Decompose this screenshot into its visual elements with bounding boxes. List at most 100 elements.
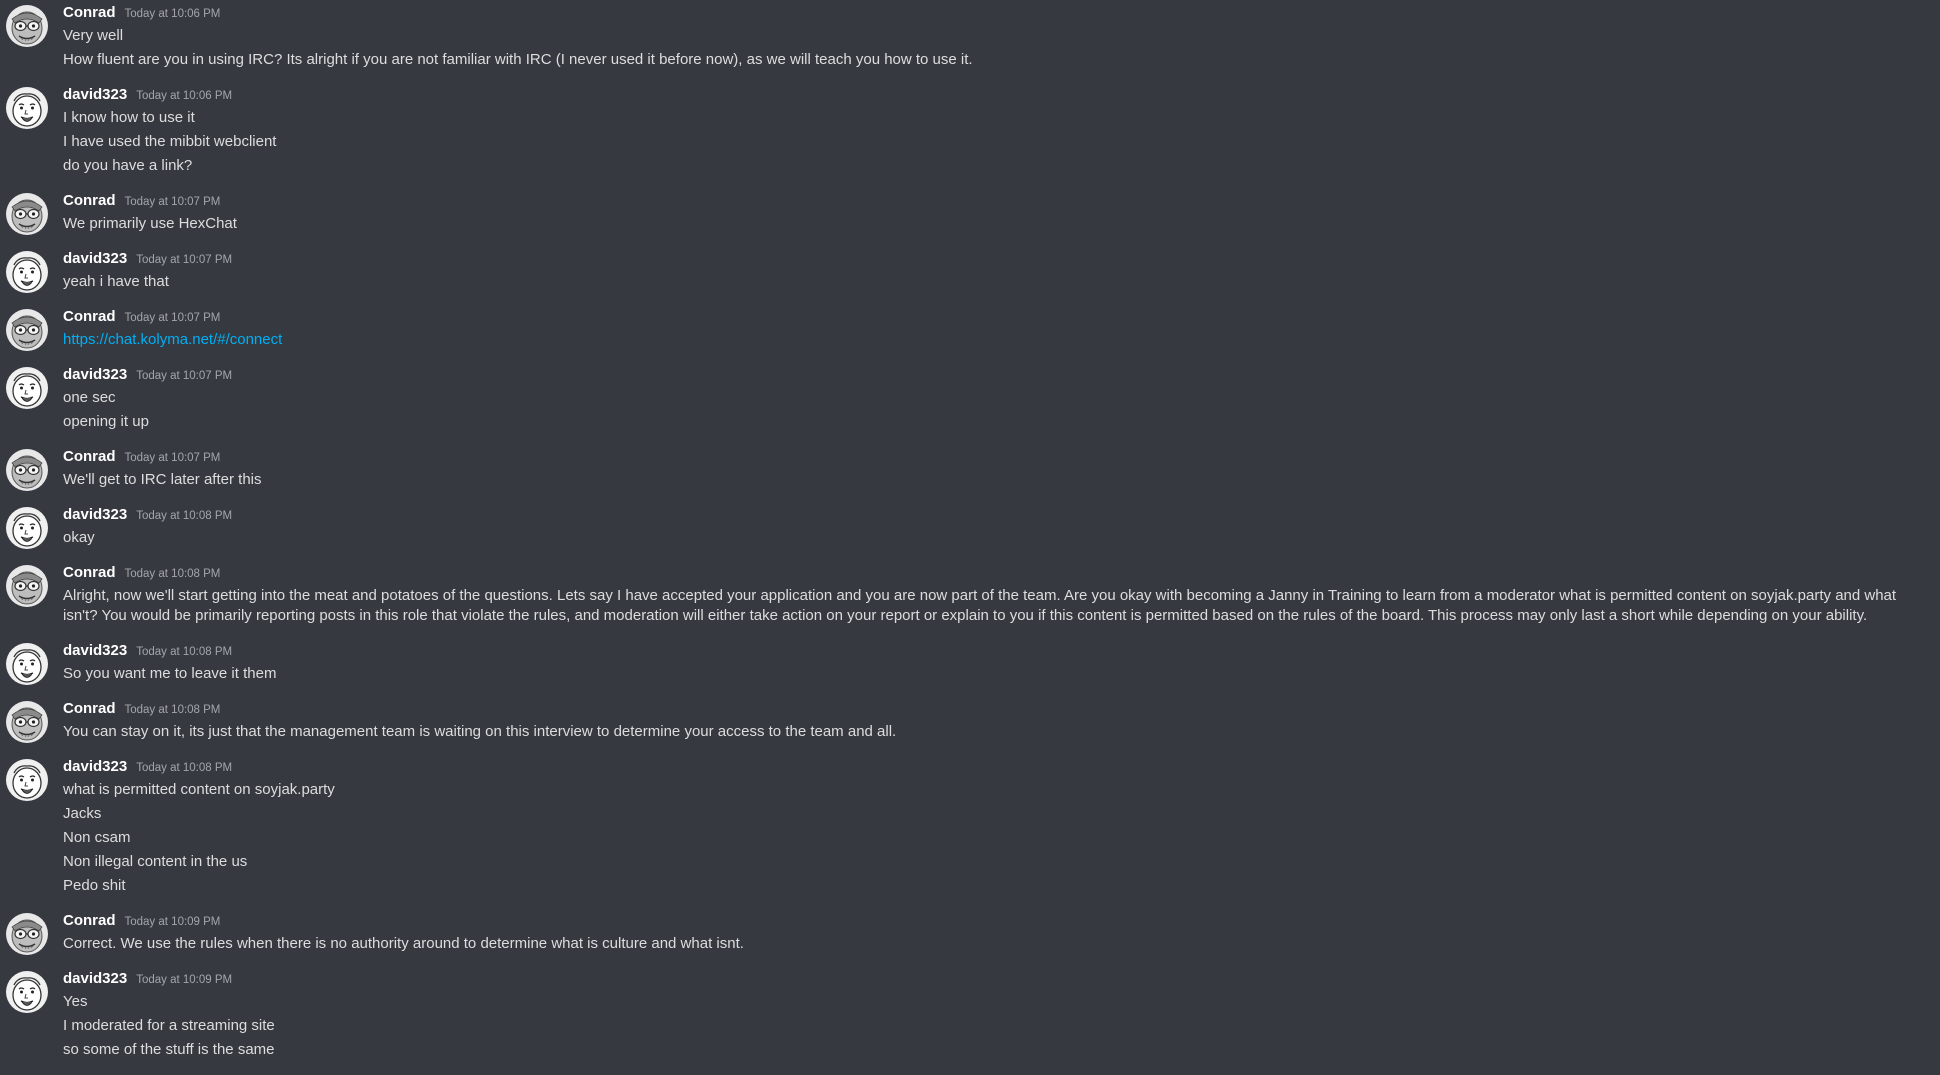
conrad-avatar-image	[6, 701, 48, 743]
conrad-avatar-image	[6, 309, 48, 351]
user-avatar[interactable]	[6, 251, 48, 293]
david-avatar-image	[6, 87, 48, 129]
username[interactable]: david323	[63, 756, 127, 778]
message-header: david323 Today at 10:06 PM	[63, 84, 1934, 106]
message-text: You can stay on it, its just that the ma…	[63, 723, 897, 740]
message-header: Conrad Today at 10:07 PM	[63, 446, 1934, 468]
message-text: https://chat.kolyma.net/#/connect	[63, 330, 1934, 350]
username[interactable]: Conrad	[63, 562, 116, 584]
message-header: david323 Today at 10:08 PM	[63, 756, 1934, 778]
user-avatar[interactable]	[6, 913, 48, 955]
message-timestamp: Today at 10:08 PM	[124, 568, 221, 580]
message-timestamp: Today at 10:09 PM	[124, 916, 221, 928]
user-avatar[interactable]	[6, 643, 48, 685]
conrad-avatar-image	[6, 449, 48, 491]
user-avatar[interactable]	[6, 507, 48, 549]
message-text: Non csam	[63, 829, 131, 846]
message-group: david323 Today at 10:08 PM what is permitt…	[0, 756, 1940, 896]
message-timestamp: Today at 10:06 PM	[136, 90, 233, 102]
message-text: yeah i have that	[63, 273, 169, 290]
message-header: david323 Today at 10:07 PM	[63, 248, 1934, 270]
username[interactable]: Conrad	[63, 910, 116, 932]
message-group: david323 Today at 10:08 PM okay	[0, 504, 1940, 549]
message-text: do you have a link?	[63, 157, 193, 174]
username[interactable]: david323	[63, 248, 127, 270]
username[interactable]: Conrad	[63, 698, 116, 720]
message-text: I have used the mibbit webclient	[63, 133, 277, 150]
message-text: what is permitted content on soyjak.part…	[63, 781, 335, 798]
message-text: I moderated for a streaming site	[63, 1017, 275, 1034]
conrad-avatar-image	[6, 913, 48, 955]
message-header: david323 Today at 10:08 PM	[63, 504, 1934, 526]
username[interactable]: Conrad	[63, 446, 116, 468]
message-text: opening it up	[63, 413, 149, 430]
message-text: Non illegal content in the us	[63, 853, 248, 870]
message-group: david323 Today at 10:06 PM I know how to u…	[0, 84, 1940, 176]
david-avatar-image	[6, 507, 48, 549]
user-avatar[interactable]	[6, 5, 48, 47]
message-text: Pedo shit	[63, 877, 126, 894]
user-avatar[interactable]	[6, 87, 48, 129]
message-text: How fluent are you in using IRC? Its alr…	[63, 51, 973, 68]
chat-message-list[interactable]: Conrad Today at 10:06 PM Very well How flue…	[0, 0, 1940, 1075]
user-avatar[interactable]	[6, 971, 48, 1013]
message-header: david323 Today at 10:09 PM	[63, 968, 1934, 990]
message-text: Jacks	[63, 805, 102, 822]
message-header: Conrad Today at 10:08 PM	[63, 698, 1934, 720]
username[interactable]: david323	[63, 364, 127, 386]
message-timestamp: Today at 10:08 PM	[136, 762, 233, 774]
message-text: Alright, now we'll start getting into th…	[63, 587, 1897, 624]
user-avatar[interactable]	[6, 565, 48, 607]
message-text: Correct. We use the rules when there is …	[63, 935, 744, 952]
message-header: Conrad Today at 10:07 PM	[63, 306, 1934, 328]
message-header: Conrad Today at 10:07 PM	[63, 190, 1934, 212]
username[interactable]: Conrad	[63, 306, 116, 328]
message-timestamp: Today at 10:06 PM	[124, 8, 221, 20]
conrad-avatar-image	[6, 5, 48, 47]
message-timestamp: Today at 10:07 PM	[124, 312, 221, 324]
message-text: We'll get to IRC later after this	[63, 471, 262, 488]
message-group: Conrad Today at 10:07 PM We primarily use …	[0, 190, 1940, 235]
message-header: david323 Today at 10:07 PM	[63, 364, 1934, 386]
message-text: So you want me to leave it them	[63, 665, 277, 682]
message-timestamp: Today at 10:08 PM	[124, 704, 221, 716]
username[interactable]: Conrad	[63, 2, 116, 24]
david-avatar-image	[6, 251, 48, 293]
username[interactable]: Conrad	[63, 190, 116, 212]
message-group: Conrad Today at 10:09 PM Correct. We use t…	[0, 910, 1940, 955]
david-avatar-image	[6, 971, 48, 1013]
message-group: david323 Today at 10:07 PM one sec opening …	[0, 364, 1940, 432]
user-avatar[interactable]	[6, 309, 48, 351]
message-timestamp: Today at 10:09 PM	[136, 974, 233, 986]
message-link[interactable]: https://chat.kolyma.net/#/connect	[63, 331, 282, 348]
message-text: Yes	[63, 993, 88, 1010]
david-avatar-image	[6, 759, 48, 801]
message-group: david323 Today at 10:07 PM yeah i have tha…	[0, 248, 1940, 293]
message-group: Conrad Today at 10:08 PM You can stay on i…	[0, 698, 1940, 743]
conrad-avatar-image	[6, 565, 48, 607]
message-text: I know how to use it	[63, 109, 195, 126]
username[interactable]: david323	[63, 504, 127, 526]
message-text: Very well	[63, 27, 124, 44]
user-avatar[interactable]	[6, 367, 48, 409]
user-avatar[interactable]	[6, 193, 48, 235]
david-avatar-image	[6, 643, 48, 685]
message-text: so some of the stuff is the same	[63, 1041, 275, 1058]
message-group: Conrad Today at 10:07 PM We'll get to IRC …	[0, 446, 1940, 491]
user-avatar[interactable]	[6, 701, 48, 743]
message-group: Conrad Today at 10:06 PM Very well How flue…	[0, 2, 1940, 70]
message-header: david323 Today at 10:08 PM	[63, 640, 1934, 662]
david-avatar-image	[6, 367, 48, 409]
user-avatar[interactable]	[6, 759, 48, 801]
message-group: david323 Today at 10:08 PM So you want me …	[0, 640, 1940, 685]
username[interactable]: david323	[63, 640, 127, 662]
username[interactable]: david323	[63, 968, 127, 990]
user-avatar[interactable]	[6, 449, 48, 491]
message-text: one sec	[63, 389, 116, 406]
message-timestamp: Today at 10:07 PM	[136, 254, 233, 266]
message-text: okay	[63, 529, 95, 546]
conrad-avatar-image	[6, 193, 48, 235]
username[interactable]: david323	[63, 84, 127, 106]
message-group: david323 Today at 10:09 PM Yes I moderated …	[0, 968, 1940, 1060]
message-timestamp: Today at 10:08 PM	[136, 646, 233, 658]
